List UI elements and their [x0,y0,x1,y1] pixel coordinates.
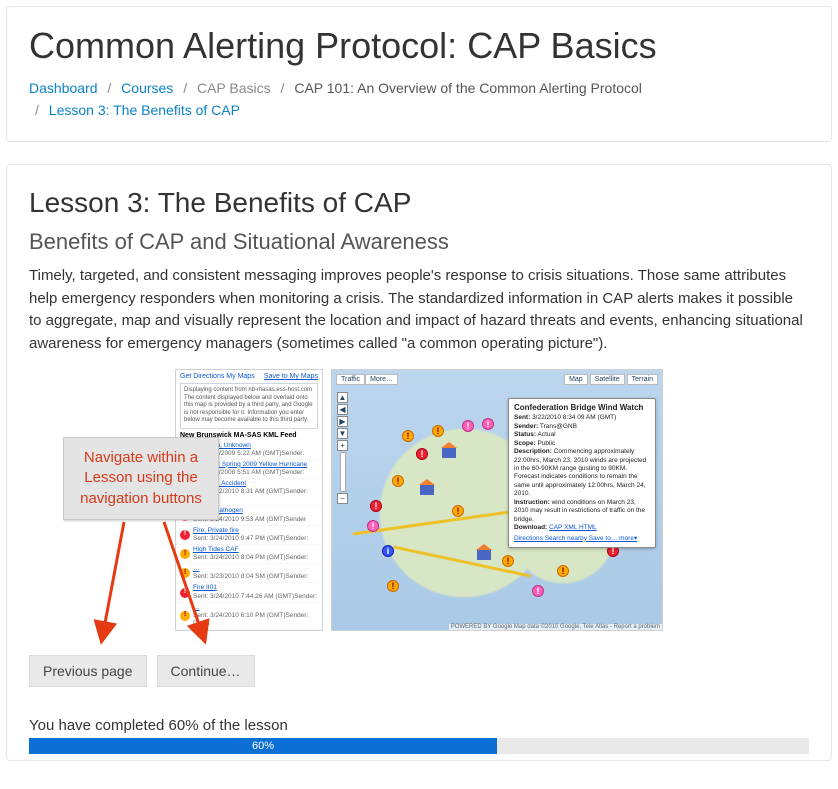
feed-item: !High Tides CAFSent: 3/24/2010 8:04 PM (… [176,545,322,564]
feed-item: !…Sent: 3/23/2010 8:04 SM (GMT)Sender: [176,564,322,583]
breadcrumb-lesson[interactable]: Lesson 3: The Benefits of CAP [49,102,240,118]
feed-item: !…Sent: 3/23/2010 9:21 26 AM (GMT)Sender [176,630,322,631]
previous-page-button[interactable]: Previous page [29,655,147,687]
feed-top-right: Save to My Maps [264,373,318,380]
map-tab-traffic: Traffic [336,374,365,385]
section-title: Benefits of CAP and Situational Awarenes… [29,229,809,255]
breadcrumb-sep: / [275,80,291,96]
lesson-nav: Previous page Continue… [29,655,809,687]
map-zoom-control: ▲◀▶▼+− [337,392,348,504]
callout-tooltip: Navigate within a Lesson using the navig… [63,437,219,520]
page-title: Common Alerting Protocol: CAP Basics [29,25,809,67]
breadcrumb-dashboard[interactable]: Dashboard [29,80,98,96]
map-view-tabs: Traffic More… [336,374,398,385]
breadcrumb-sep: / [177,80,193,96]
map-tab-terrain: Terrain [627,374,658,385]
breadcrumb-sep: / [101,80,117,96]
map-info-bubble: Confederation Bridge Wind Watch Sent: 3/… [508,398,656,548]
lesson-title: Lesson 3: The Benefits of CAP [29,187,809,219]
breadcrumb-capbasics: CAP Basics [197,80,271,96]
feed-item: !Fire, Private fireSent: 3/24/2010 9:47 … [176,526,322,545]
figure-map-panel: Traffic More… Map Satellite Terrain View… [331,369,663,631]
continue-button[interactable]: Continue… [157,655,255,687]
map-type-tabs: Map Satellite Terrain [564,374,658,385]
bubble-title: Confederation Bridge Wind Watch [514,403,650,413]
feed-item: !Fire II01Sent: 3/24/2010 7:44:26 AM (GM… [176,583,322,602]
map-attribution: POWERED BY Google Map data ©2010 Google,… [449,624,662,630]
map-tab-more: More… [365,374,398,385]
header-panel: Common Alerting Protocol: CAP Basics Das… [6,6,832,142]
breadcrumb-courses[interactable]: Courses [121,80,173,96]
map-tab-map: Map [564,374,588,385]
feed-disclaimer: Displaying content from nb-masas.ess-hos… [180,383,318,429]
breadcrumb-course-title: CAP 101: An Overview of the Common Alert… [294,80,642,96]
feed-item: !…Sent: 3/24/2010 6:10 PM (GMT)Sender: D… [176,603,322,630]
lesson-body: Timely, targeted, and consistent messagi… [29,265,809,355]
breadcrumb: Dashboard / Courses / CAP Basics / CAP 1… [29,77,809,121]
map-tab-satellite: Satellite [590,374,625,385]
progress-fill: 60% [29,738,497,754]
breadcrumb-sep: / [29,102,45,118]
lesson-panel: Lesson 3: The Benefits of CAP Benefits o… [6,164,832,761]
progress-bar: 60% [29,738,809,754]
lesson-figure: Get Directions My Maps Save to My Maps D… [29,367,809,637]
feed-top-left: Get Directions My Maps [180,373,255,380]
progress-label: You have completed 60% of the lesson [29,717,809,734]
